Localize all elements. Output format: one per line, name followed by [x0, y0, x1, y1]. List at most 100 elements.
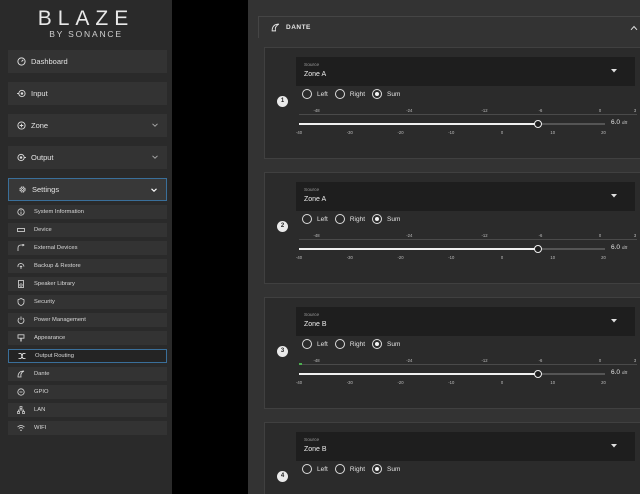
zone-card: Source Zone B 4 Left Right Sum — [264, 422, 640, 494]
section-title: DANTE — [286, 24, 311, 31]
sidebar-item-external-devices[interactable]: External Devices — [8, 241, 167, 255]
sidebar-item-security[interactable]: Security — [8, 295, 167, 309]
meter-tick-label: 0 — [598, 233, 602, 238]
nav-dashboard-label: Dashboard — [31, 57, 68, 66]
sidebar-item-lan[interactable]: LAN — [8, 403, 167, 417]
backup-restore-icon — [17, 262, 25, 270]
sidebar-item-output-routing[interactable]: Output Routing — [8, 349, 167, 363]
sidebar-item-backup-restore[interactable]: Backup & Restore — [8, 259, 167, 273]
device-icon — [17, 226, 25, 234]
radio-circle[interactable] — [334, 89, 345, 99]
source-label: Source — [304, 313, 320, 318]
gain-slider-fill — [299, 123, 538, 125]
gain-unit: dB — [621, 245, 628, 250]
sidebar-item-label: Power Management — [34, 317, 86, 323]
gain-slider[interactable] — [299, 370, 605, 378]
gain-slider-thumb[interactable] — [533, 245, 542, 253]
source-select[interactable]: Source Zone B — [296, 432, 635, 461]
radio-circle[interactable] — [372, 214, 383, 224]
meter-tick-label: -12 — [481, 358, 488, 363]
sidebar-item-power-management[interactable]: Power Management — [8, 313, 167, 327]
radio-right[interactable]: Right — [334, 339, 365, 349]
gain-scale: -40 -30 -20 -10 0 10 20 — [296, 255, 640, 261]
sidebar-item-system-information[interactable]: System Information — [8, 205, 167, 219]
radio-right[interactable]: Right — [334, 464, 365, 474]
radio-sum[interactable]: Sum — [372, 89, 400, 99]
zone-number-badge: 3 — [277, 346, 288, 357]
sidebar-item-label: Speaker Library — [34, 281, 75, 287]
radio-sum[interactable]: Sum — [372, 464, 400, 474]
meter-tick-label: -24 — [406, 108, 413, 113]
caret-down-icon — [611, 444, 617, 448]
sidebar-item-speaker-library[interactable]: Speaker Library — [8, 277, 167, 291]
radio-circle[interactable] — [302, 339, 312, 349]
gain-tick-label: -20 — [397, 380, 404, 385]
radio-circle[interactable] — [302, 214, 312, 224]
radio-circle[interactable] — [372, 89, 383, 99]
nav-settings[interactable]: Settings — [8, 178, 167, 201]
meter-tick-label: -24 — [406, 358, 413, 363]
radio-left-label: Left — [317, 340, 328, 348]
sidebar: BLAZE BY SONANCE Dashboard Input Zone Ou… — [0, 0, 172, 494]
gain-scale: -40 -30 -20 -10 0 10 20 — [295, 130, 640, 136]
meter-tick-label: 3 — [633, 108, 637, 113]
gain-slider-thumb[interactable] — [533, 120, 542, 128]
nav-zone[interactable]: Zone — [8, 114, 167, 137]
radio-left[interactable]: Left — [302, 464, 328, 474]
source-select[interactable]: Source Zone B — [296, 307, 635, 336]
sidebar-item-label: Security — [34, 299, 55, 305]
radio-sum[interactable]: Sum — [372, 339, 400, 349]
radio-left[interactable]: Left — [302, 214, 328, 224]
source-value: Zone A — [304, 196, 327, 203]
gain-slider[interactable] — [299, 245, 605, 253]
sidebar-item-wifi[interactable]: WIFI — [8, 421, 167, 435]
zone-card: Source Zone A 1 Left Right Sum -48 -24 -12 -6 0 3 6.… — [264, 47, 640, 159]
gain-slider[interactable] — [299, 120, 605, 128]
meter-tick-label: -12 — [481, 108, 488, 113]
nav-settings-label: Settings — [32, 185, 60, 194]
sidebar-item-label: WIFI — [34, 425, 47, 431]
info-icon — [17, 208, 25, 216]
sidebar-item-gpio[interactable]: GPIO — [8, 385, 167, 399]
radio-circle[interactable] — [302, 464, 312, 474]
radio-sum[interactable]: Sum — [372, 214, 400, 224]
chevron-up-icon[interactable] — [630, 25, 638, 31]
external-devices-icon — [17, 244, 25, 252]
radio-circle[interactable] — [302, 89, 312, 99]
radio-circle[interactable] — [372, 339, 383, 349]
sidebar-item-appearance[interactable]: Appearance — [8, 331, 167, 345]
gain-tick-label: 10 — [550, 380, 556, 385]
nav-output[interactable]: Output — [8, 146, 167, 169]
sidebar-item-label: System Information — [34, 209, 84, 215]
radio-circle[interactable] — [334, 464, 345, 474]
radio-left[interactable]: Left — [302, 339, 328, 349]
radio-circle[interactable] — [334, 339, 345, 349]
sidebar-item-label: GPIO — [34, 389, 49, 395]
dante-section-header[interactable]: DANTE — [258, 16, 640, 38]
radio-sum-label: Sum — [387, 90, 401, 98]
gain-tick-label: -30 — [346, 380, 353, 385]
gain-value: 6.0 dB — [611, 244, 627, 251]
source-select[interactable]: Source Zone A — [296, 57, 635, 86]
radio-circle[interactable] — [334, 214, 345, 224]
source-select[interactable]: Source Zone A — [296, 182, 635, 211]
radio-circle[interactable] — [372, 464, 383, 474]
gain-tick-label: -10 — [448, 255, 455, 260]
radio-left[interactable]: Left — [302, 89, 328, 99]
caret-down-icon — [611, 194, 617, 198]
brand-name: BLAZE — [37, 7, 135, 30]
sidebar-item-label: External Devices — [34, 245, 78, 251]
radio-right[interactable]: Right — [334, 89, 365, 99]
sidebar-item-dante[interactable]: Dante — [8, 367, 167, 381]
channel-mode-radio-group: Left Right Sum — [302, 89, 407, 99]
nav-dashboard[interactable]: Dashboard — [8, 50, 167, 73]
gain-tick-label: -40 — [295, 130, 303, 135]
dante-icon — [17, 370, 25, 378]
nav-input[interactable]: Input — [8, 82, 167, 105]
power-icon — [17, 316, 25, 324]
gain-slider-thumb[interactable] — [533, 370, 542, 378]
sidebar-item-device[interactable]: Device — [8, 223, 167, 237]
sidebar-item-label: Dante — [34, 371, 50, 377]
radio-right[interactable]: Right — [334, 214, 365, 224]
gain-unit: dB — [621, 120, 628, 125]
